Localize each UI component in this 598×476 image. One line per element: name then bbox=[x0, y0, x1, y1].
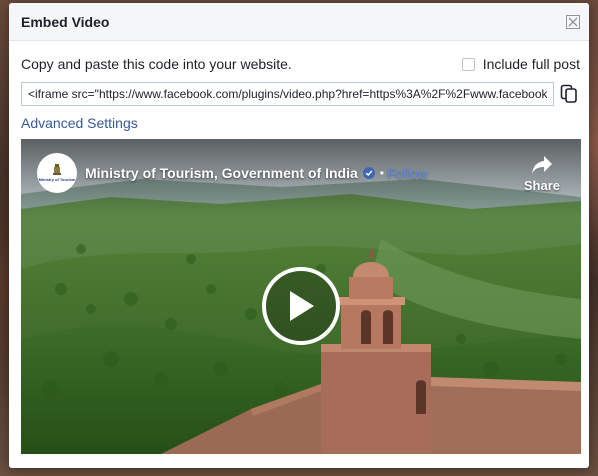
share-arrow-icon bbox=[531, 156, 552, 174]
include-full-post-option[interactable]: Include full post bbox=[461, 56, 580, 72]
avatar-text: Ministry of Tourism bbox=[38, 177, 76, 182]
copy-code-button[interactable] bbox=[560, 84, 578, 104]
include-full-post-checkbox[interactable] bbox=[461, 57, 475, 71]
page-name-link[interactable]: Ministry of Tourism, Government of India bbox=[85, 165, 358, 181]
dialog-title: Embed Video bbox=[21, 14, 110, 30]
close-icon bbox=[566, 15, 580, 29]
avatar[interactable]: Ministry of Tourism bbox=[37, 153, 77, 193]
follow-button[interactable]: Follow bbox=[387, 165, 427, 181]
video-player[interactable]: Ministry of Tourism Ministry of Tourism,… bbox=[21, 139, 581, 454]
dialog-header: Embed Video bbox=[9, 3, 589, 41]
embed-code-field[interactable] bbox=[21, 82, 554, 106]
include-full-post-label: Include full post bbox=[482, 56, 580, 72]
share-button[interactable]: Share bbox=[524, 155, 560, 193]
advanced-settings-link[interactable]: Advanced Settings bbox=[21, 115, 138, 131]
emblem-icon bbox=[53, 164, 61, 175]
separator: • bbox=[379, 166, 384, 180]
video-page-header: Ministry of Tourism Ministry of Tourism,… bbox=[37, 153, 427, 193]
share-label: Share bbox=[523, 178, 560, 193]
close-button[interactable] bbox=[566, 15, 580, 29]
embed-instructions: Copy and paste this code into your websi… bbox=[21, 56, 292, 72]
verified-badge-icon bbox=[362, 167, 375, 179]
copy-icon bbox=[560, 84, 577, 103]
embed-video-dialog: Embed Video Copy and paste this code int… bbox=[9, 3, 589, 468]
play-icon bbox=[290, 291, 314, 321]
play-button[interactable] bbox=[262, 267, 340, 345]
